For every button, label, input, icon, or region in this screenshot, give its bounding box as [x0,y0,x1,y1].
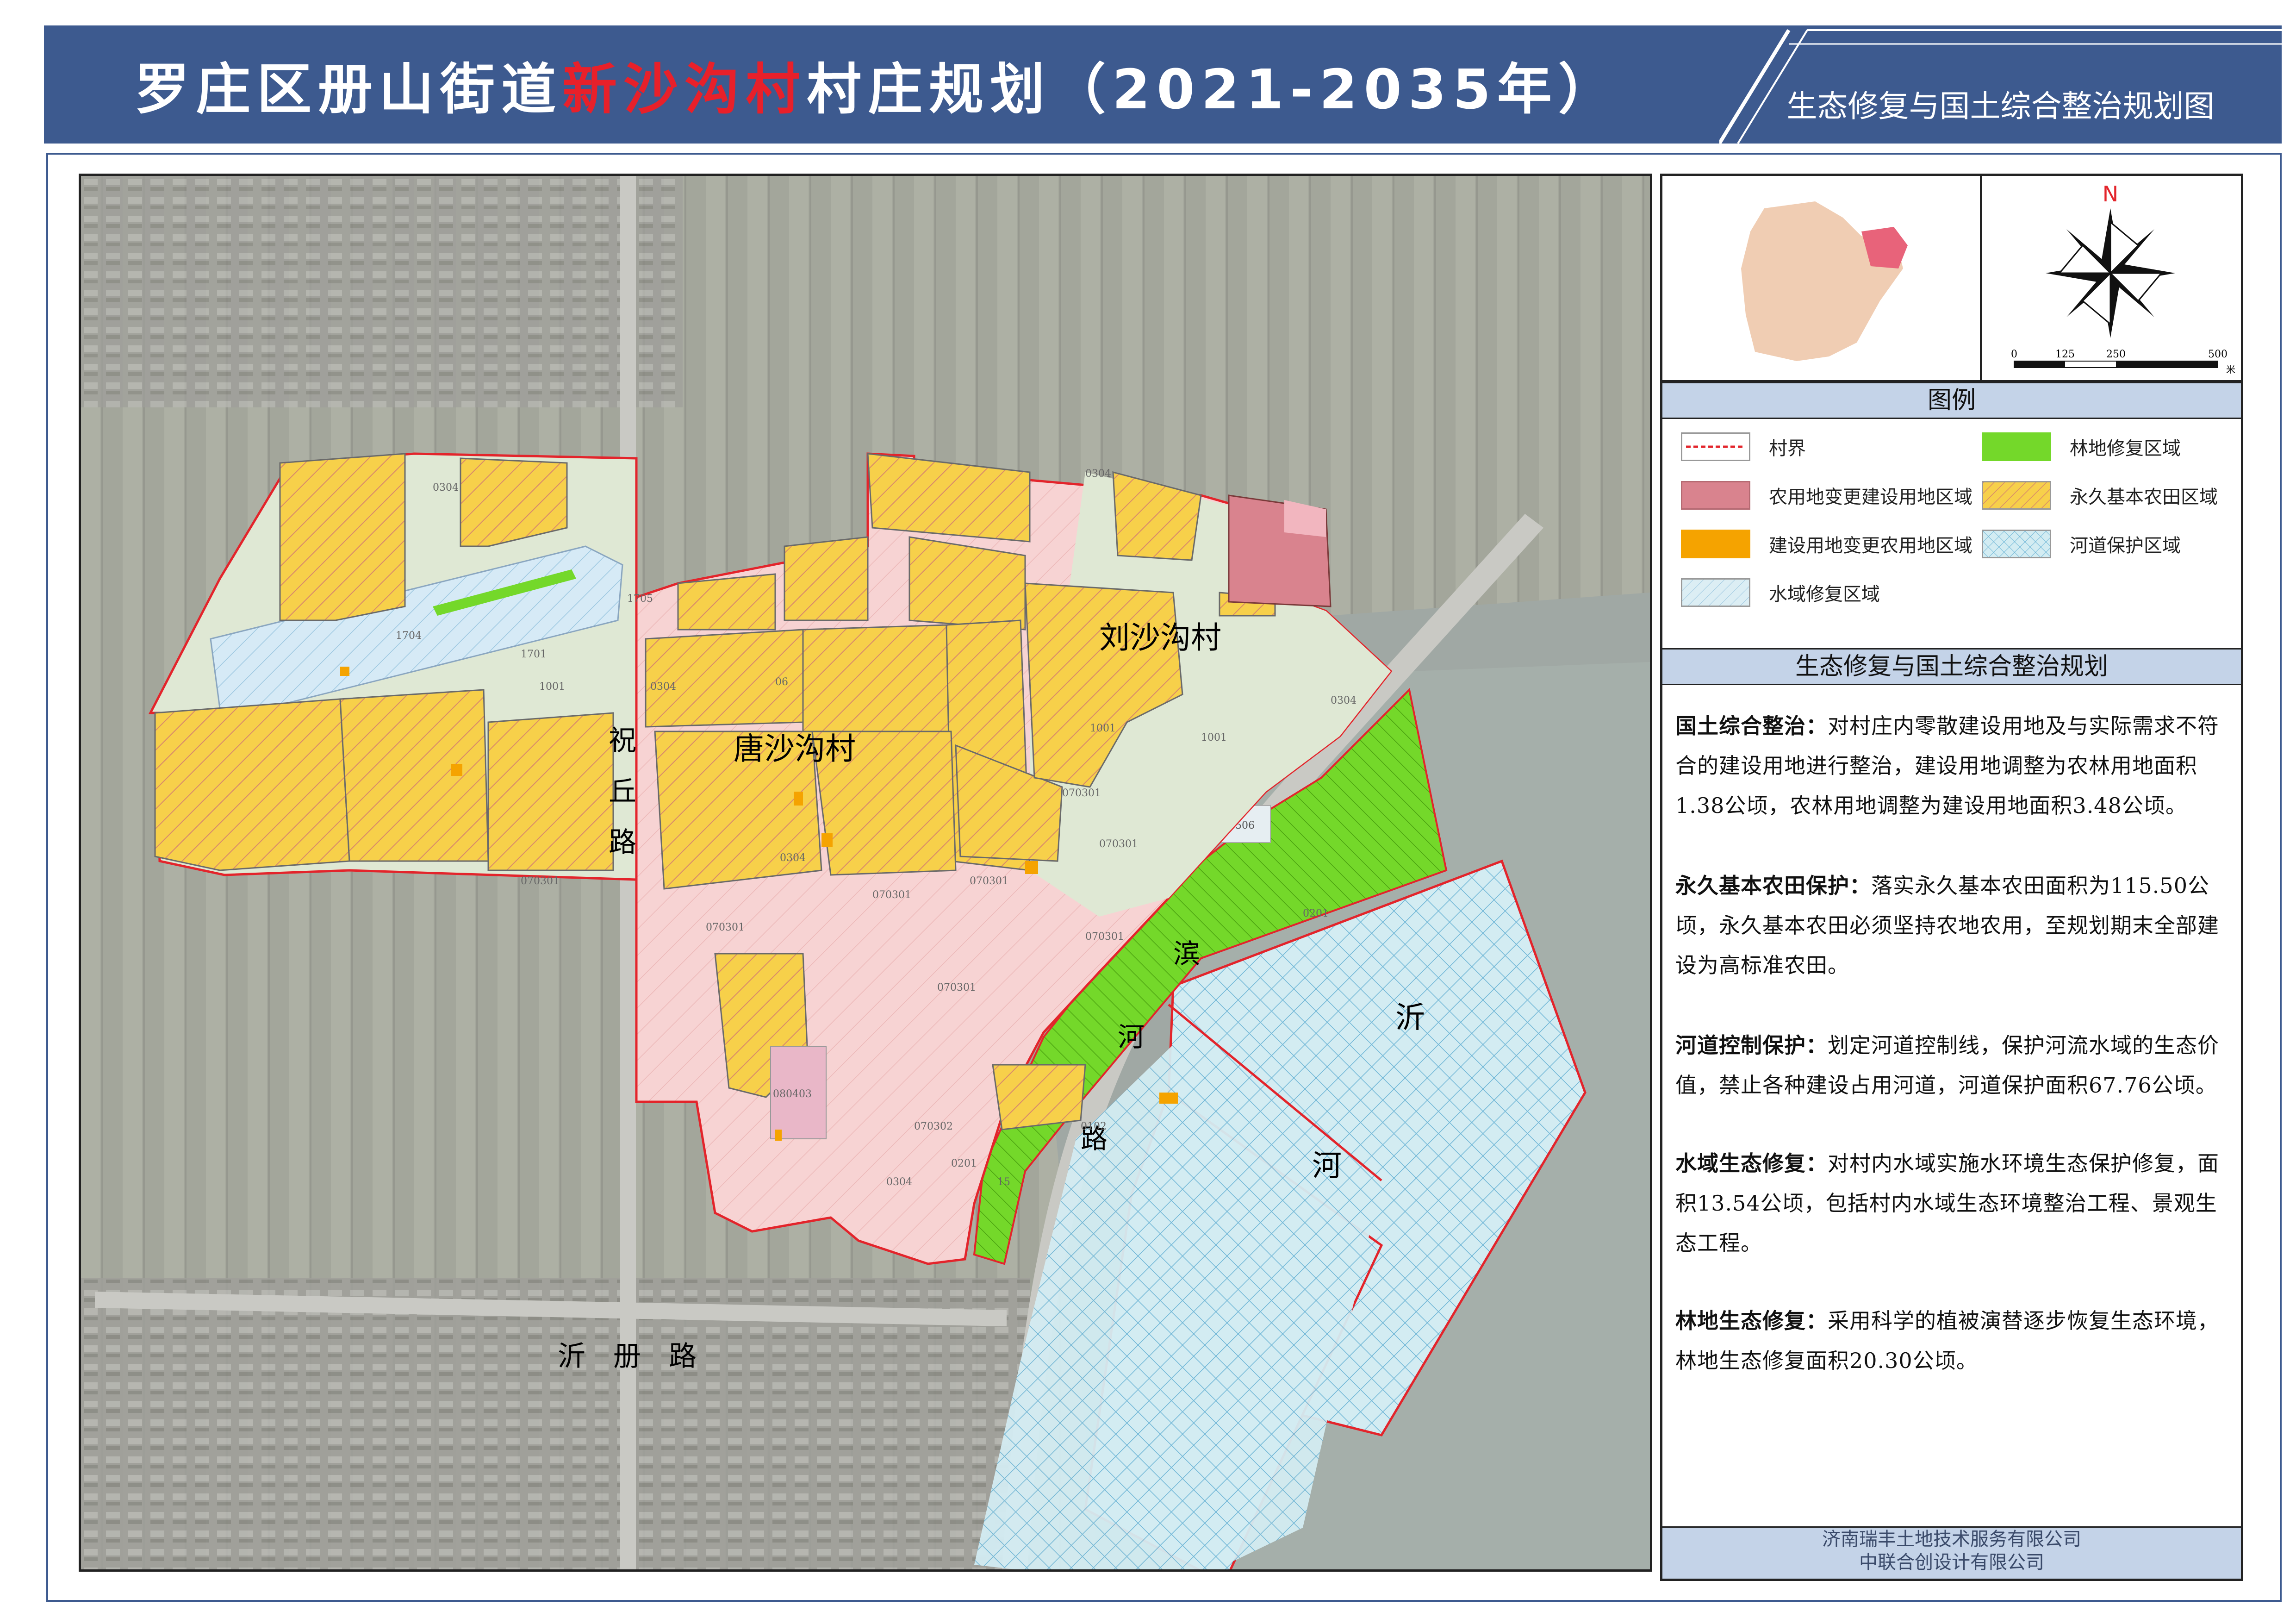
construction-to-agri-swatch-icon [1681,530,1750,558]
north-label: N [2103,181,2118,206]
planning-section-water-restoration: 水域生态修复：对村内水域实施水环境生态保护修复，面积13.54公顷，包括村内水域… [1675,1151,2219,1255]
legend-item-boundary: 村界 [1681,426,1806,468]
legend-item-construction-to-agri: 建设用地变更农用地区域 [1681,523,1972,565]
parcel-code-p20: 0304 [886,1176,912,1188]
road-label-yice: 沂 册 路 [558,1340,697,1373]
village-label-liushagou: 刘沙沟村 [1099,620,1221,656]
parcel-code-p12: 070301 [872,889,911,901]
map-title: 罗庄区册山街道 新沙沟村 村庄规划（2021-2035年） [44,25,1710,144]
locator-map-drawing [1741,201,1908,361]
parcel-code-p27: 0304 [780,852,806,864]
compass-box: N 0 125 250 500 米 [1982,176,2241,382]
planning-section-farmland-protection: 永久基本农田保护：落实永久基本农田面积为115.50公顷，永久基本农田必须坚持农… [1675,873,2219,978]
planning-section-land-consolidation: 国土综合整治：对村庄内零散建设用地及与实际需求不符合的建设用地进行整治，建设用地… [1675,713,2219,818]
parcel-code-p8: 1001 [1090,723,1116,734]
parcel-code-p2: 1705 [627,593,653,605]
title-prefix: 罗庄区册山街道 [135,57,563,121]
village-label-tangshagou: 唐沙沟村 [734,731,856,767]
parcel-code-p6: 0304 [1085,468,1111,480]
parcel-code-p5: 1001 [539,681,565,693]
agri-to-construction-swatch-icon [1681,481,1750,510]
compass-rose: N 0 125 250 500 米 [2011,181,2235,375]
scale-unit: 米 [2226,364,2235,375]
parcel-code-p18: 070302 [914,1121,953,1132]
header-bar: 罗庄区册山街道 新沙沟村 村庄规划（2021-2035年） 生态修复与国土综合整治规… [44,25,2282,144]
parcel-code-p19: 080403 [773,1088,812,1100]
scale-label-0: 0 [2011,349,2017,360]
footer-company-2: 中联合创设计有限公司 [1859,1552,2044,1573]
legend-title: 图例 [1662,382,2241,419]
planning-section-river-control: 河道控制保护：划定河道控制线，保护河流水域的生态价值，禁止各种建设占用河道，河道… [1675,1033,2219,1098]
footer-company-1: 济南瑞丰土地技术服务有限公司 [1822,1529,2081,1550]
scale-bar: 0 125 250 500 米 [2011,349,2235,375]
parcel-code-p3: 1704 [396,630,422,642]
parcel-code-p16: 070301 [937,982,976,993]
scale-label-500: 500 [2208,349,2228,360]
forest-swatch-icon [1982,432,2051,461]
parcel-code-p10: 070301 [521,875,560,887]
river-label-he: 河 [1312,1149,1342,1183]
road-label-he: 河 [1118,1021,1145,1053]
scale-label-250: 250 [2106,349,2126,360]
planning-section-forest-restoration: 林地生态修复：采用科学的植被演替逐步恢复生态环境，林地生态修复面积20.30公顷… [1675,1308,2219,1373]
parcel-code-p28: 06 [775,676,788,688]
legend-item-water-restoration: 水域修复区域 [1681,572,1880,613]
road-label-lu: 路 [609,826,636,859]
parcel-code-p23: 0102 [1081,1121,1107,1132]
parcel-code-p9: 1001 [1201,732,1227,743]
title-highlight-village: 新沙沟村 [562,57,807,121]
parcel-code-p14: 070301 [1099,838,1138,850]
legend-item-river-protection: 河道保护区域 [1982,523,2181,565]
parcel-code-p21: 0201 [951,1158,977,1169]
parcel-code-p26: 0304 [1331,695,1356,706]
parcel-code-p7: 0304 [650,681,676,693]
farmland-swatch-icon [1982,481,2051,510]
road-label-zhu: 祝 [609,725,636,757]
parcel-code-p4: 1701 [521,649,547,660]
river-label-yi: 沂 [1395,1001,1425,1035]
legend-item-farmland: 永久基本农田区域 [1982,475,2218,516]
header-subtitle-area: 生态修复与国土综合整治规划图 [1719,25,2282,144]
legend-item-agri-to-construction: 农用地变更建设用地区域 [1681,475,1972,516]
road-label-qiu: 丘 [609,775,636,808]
footer-companies: 济南瑞丰土地技术服务有限公司 中联合创设计有限公司 [1662,1526,2241,1579]
planning-title: 生态修复与国土综合整治规划 [1662,648,2241,685]
river-protection-swatch-icon [1982,530,2051,558]
parcel-code-p15: 070301 [1062,787,1101,799]
locator-map [1662,176,1982,382]
parcel-code-p17: 070301 [1085,931,1124,943]
parcel-code-p11: 070301 [706,922,745,933]
parcel-code-p1: 0304 [433,482,459,493]
info-panel: N 0 125 250 500 米 图例 村界 林地修复区域 农用地变更建设用地… [1660,174,2243,1581]
map-subtitle: 生态修复与国土综合整治规划图 [1786,88,2215,124]
road-label-bin: 滨 [1173,938,1200,969]
title-suffix: 村庄规划（2021-2035年） [807,57,1619,121]
map-canvas: 0506 祝 丘 路 沂 册 路 滨 河 路 沂 河 刘沙沟村 唐沙沟村 030… [81,176,1650,1569]
legend-item-forest: 林地修复区域 [1982,426,2181,468]
parcel-code-p25: 0201 [1303,908,1329,919]
boundary-dashed-line-icon [1681,432,1750,461]
scale-label-125: 125 [2055,349,2075,360]
parcel-code-p13: 070301 [970,875,1008,887]
parcel-code-p22: 15 [997,1176,1010,1188]
map-view[interactable]: 0506 祝 丘 路 沂 册 路 滨 河 路 沂 河 刘沙沟村 唐沙沟村 030… [79,174,1652,1572]
water-restoration-swatch-icon [1681,578,1750,607]
